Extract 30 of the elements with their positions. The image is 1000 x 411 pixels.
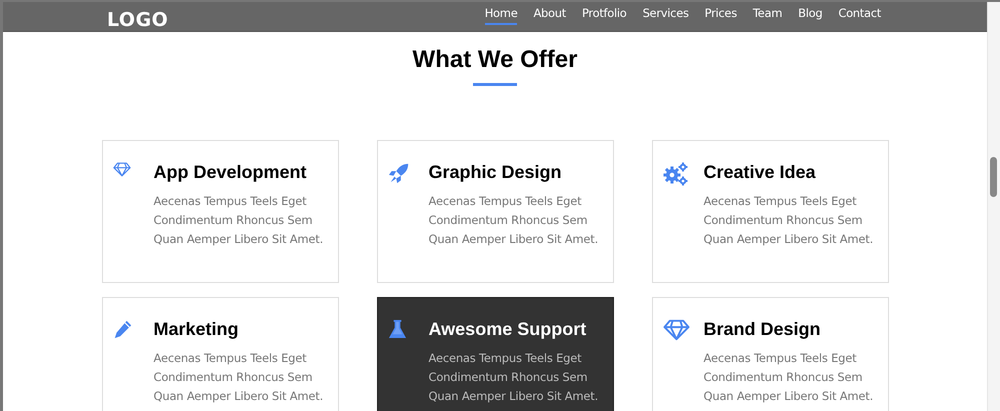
- card-title: Awesome Support: [428, 319, 588, 340]
- gears-icon: [662, 162, 688, 186]
- logo[interactable]: LOGO: [107, 9, 168, 31]
- scrollbar[interactable]: [987, 2, 1000, 411]
- card-title: App Development: [154, 162, 308, 183]
- card-description: Aecenas Tempus Teels Eget Condimentum Rhoncus Sem Quan Aemper Libero Sit Amet.: [428, 193, 600, 248]
- card-description: Aecenas Tempus Teels Eget Condimentum Rhoncus Sem Quan Aemper Libero Sit Amet.: [428, 350, 600, 405]
- card-title: Brand Design: [704, 319, 822, 340]
- nav-link[interactable]: Blog: [798, 4, 822, 25]
- card-title: Marketing: [154, 319, 240, 340]
- nav-link[interactable]: Protfolio: [582, 4, 627, 25]
- nav-link[interactable]: About: [533, 4, 566, 25]
- nav-link[interactable]: Contact: [838, 4, 881, 25]
- card-description: Aecenas Tempus Teels Eget Condimentum Rhoncus Sem Quan Aemper Libero Sit Amet.: [704, 350, 874, 405]
- card-description: Aecenas Tempus Teels Eget Condimentum Rhoncus Sem Quan Aemper Libero Sit Amet.: [704, 193, 874, 248]
- nav-link[interactable]: Home: [484, 4, 518, 25]
- rocket-icon: [388, 162, 410, 184]
- scrollbar-thumb[interactable]: [990, 157, 997, 197]
- section-title: What We Offer: [412, 46, 578, 74]
- nav-link[interactable]: Services: [642, 4, 689, 25]
- nav-link[interactable]: Prices: [704, 4, 737, 25]
- card-title: Graphic Design: [428, 162, 563, 183]
- gem-icon: [112, 162, 130, 177]
- card-description: Aecenas Tempus Teels Eget Condimentum Rhoncus Sem Quan Aemper Libero Sit Amet.: [154, 350, 324, 405]
- nav-link[interactable]: Team: [752, 4, 782, 25]
- gem-icon: [662, 319, 690, 341]
- card-title: Creative Idea: [704, 162, 817, 183]
- card-description: Aecenas Tempus Teels Eget Condimentum Rhoncus Sem Quan Aemper Libero Sit Amet.: [154, 193, 324, 248]
- flask-icon: [388, 319, 406, 340]
- pencil-icon: [112, 319, 132, 339]
